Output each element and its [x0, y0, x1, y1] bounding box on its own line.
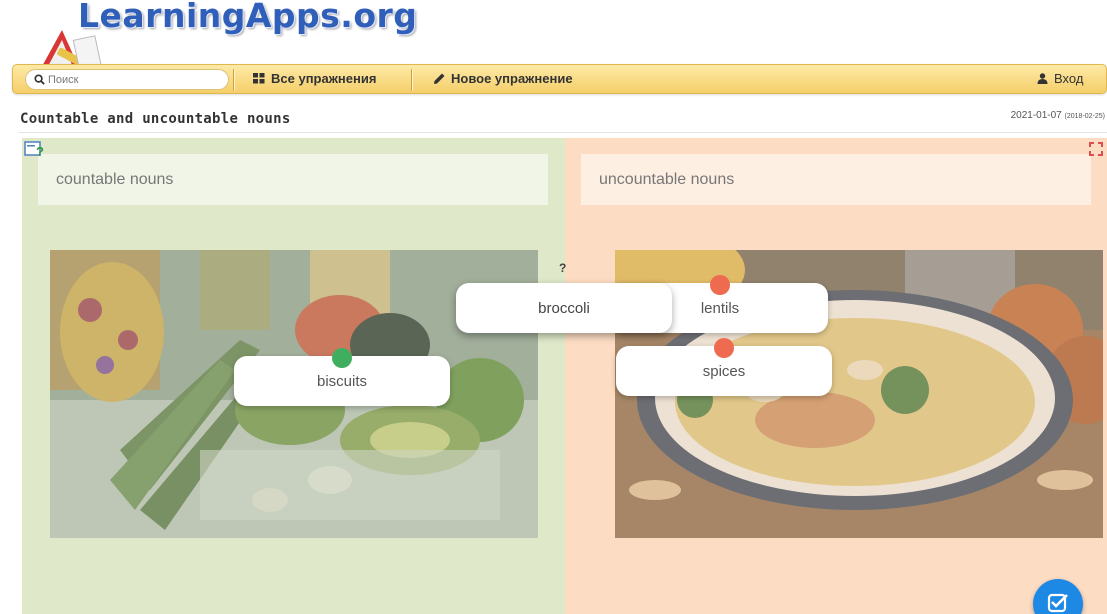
search-box[interactable]: [25, 69, 229, 90]
new-exercise-label: Новое упражнение: [451, 71, 573, 86]
all-exercises-link[interactable]: Все упражнения: [253, 71, 376, 86]
page-date: 2021-01-07 (2018-02-25): [1011, 110, 1105, 121]
category-label-countable: countable nouns: [38, 154, 548, 205]
title-divider: [18, 132, 1107, 133]
draggable-card-broccoli[interactable]: ? broccoli: [456, 261, 672, 333]
exercise-area: countable nouns uncountable nouns ? bisc…: [22, 138, 1107, 614]
card-label: lentils: [700, 299, 740, 317]
unplaced-marker: ?: [559, 261, 567, 275]
grid-icon: [253, 73, 265, 84]
draggable-card-spices[interactable]: spices: [616, 338, 832, 396]
created-date: (2018-02-25): [1064, 113, 1105, 120]
category-label-uncountable: uncountable nouns: [581, 154, 1091, 205]
card-label: biscuits: [316, 372, 368, 390]
fullscreen-icon[interactable]: [1089, 142, 1103, 156]
svg-text:?: ?: [36, 144, 44, 158]
logo[interactable]: LearningApps.org: [30, 0, 417, 72]
all-exercises-label: Все упражнения: [271, 71, 377, 86]
toolbar-divider: [411, 69, 412, 91]
incorrect-indicator: [710, 275, 730, 295]
page-title: Countable and uncountable nouns: [20, 111, 291, 127]
search-input[interactable]: [48, 73, 218, 86]
logo-text: LearningApps.org: [78, 0, 418, 35]
card-label: spices: [702, 362, 746, 380]
login-label: Вход: [1054, 71, 1084, 86]
page: LearningApps.org Все упражнения Новое уп…: [0, 0, 1107, 614]
card-label: broccoli: [538, 299, 590, 317]
pencil-icon: [434, 73, 445, 84]
search-icon: [34, 74, 45, 85]
toolbar-divider: [233, 69, 234, 91]
draggable-card-biscuits[interactable]: biscuits: [234, 348, 450, 406]
login-link[interactable]: Вход: [1037, 71, 1083, 86]
user-icon: [1037, 73, 1048, 84]
modified-date: 2021-01-07: [1010, 110, 1062, 121]
check-icon: [1047, 593, 1068, 613]
incorrect-indicator: [714, 338, 734, 358]
new-exercise-link[interactable]: Новое упражнение: [433, 71, 573, 86]
toolbar: Все упражнения Новое упражнение Вход: [12, 64, 1107, 94]
help-icon[interactable]: ?: [24, 140, 44, 158]
correct-indicator: [332, 348, 352, 368]
